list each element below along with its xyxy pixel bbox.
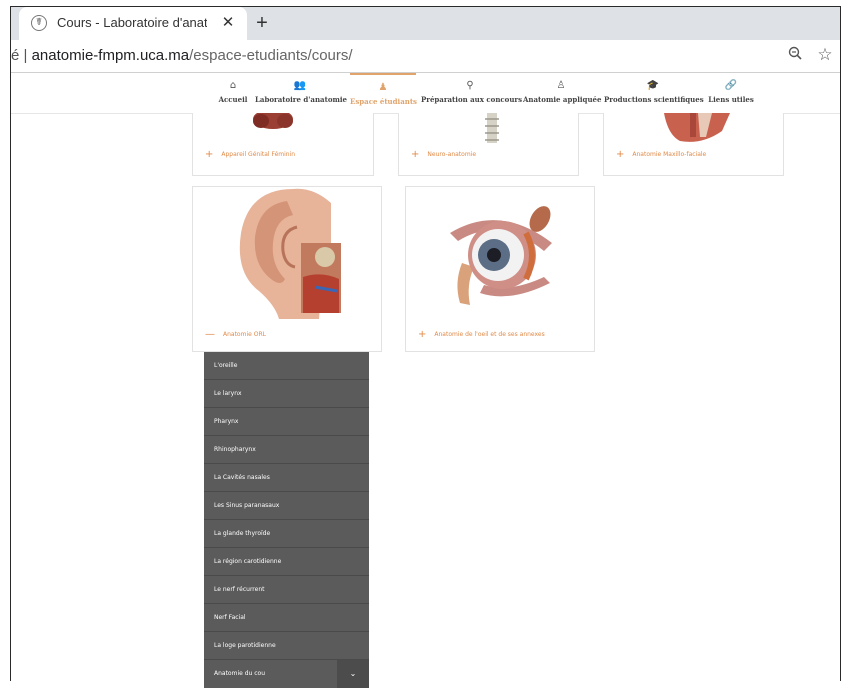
url-field[interactable]: é | anatomie-fmpm.uca.ma/espace-etudiant…	[11, 47, 353, 64]
window-frame-line	[10, 6, 841, 7]
address-bar[interactable]: é | anatomie-fmpm.uca.ma/espace-etudiant…	[11, 40, 841, 73]
home-icon: ⌂	[229, 80, 237, 91]
window-frame-right	[840, 0, 853, 681]
submenu-item-cavites-nasales[interactable]: La Cavités nasales	[204, 464, 369, 492]
browser-tab[interactable]: ☤ Cours - Laboratoire d'anatomie ✕	[19, 7, 247, 40]
orl-submenu: L'oreille Le larynx Pharynx Rhinopharynx…	[204, 352, 369, 688]
submenu-item-nerf-facial[interactable]: Nerf Facial	[204, 604, 369, 632]
submenu-item-nerf-recurrent[interactable]: Le nerf récurrent	[204, 576, 369, 604]
nav-accueil[interactable]: ⌂ Accueil	[216, 73, 250, 113]
expand-icon: +	[411, 149, 420, 160]
nav-label: Productions scientifiques	[604, 95, 704, 104]
nav-liens-utiles[interactable]: 🔗 Liens utiles	[707, 73, 755, 113]
genital-illustration	[253, 113, 293, 129]
submenu-item-label: Anatomie du cou	[214, 670, 266, 677]
eye-illustration	[450, 206, 552, 305]
chevron-down-icon[interactable]: ⌄	[337, 660, 369, 688]
submenu-item-carotidienne[interactable]: La région carotidienne	[204, 548, 369, 576]
student-icon: ♟	[378, 82, 388, 93]
window-frame-left	[0, 0, 11, 681]
submenu-item-rhinopharynx[interactable]: Rhinopharynx	[204, 436, 369, 464]
course-card-oeil[interactable]: + Anatomie de l'oeil et de ses annexes	[405, 186, 595, 352]
url-path: /espace-etudiants/cours/	[189, 47, 353, 64]
nav-label: Espace étudiants	[350, 97, 417, 106]
site-favicon-icon: ☤	[31, 15, 47, 31]
course-title[interactable]: — Anatomie ORL	[205, 329, 266, 340]
course-title[interactable]: + Neuro-anatomie	[411, 149, 476, 160]
mortarboard-icon: 🎓	[646, 80, 660, 91]
course-card-orl[interactable]: — Anatomie ORL	[192, 186, 382, 352]
nav-laboratoire[interactable]: 👥 Laboratoire d'anatomie	[255, 73, 348, 113]
nav-label: Accueil	[218, 95, 248, 104]
zoom-out-icon[interactable]	[785, 46, 805, 66]
course-title[interactable]: + Anatomie Maxillo-faciale	[616, 149, 706, 160]
submenu-item-sinus[interactable]: Les Sinus paranasaux	[204, 492, 369, 520]
submenu-item-loge-parotidienne[interactable]: La loge parotidienne	[204, 632, 369, 660]
submenu-item-pharynx[interactable]: Pharynx	[204, 408, 369, 436]
url-domain: anatomie-fmpm.uca.ma	[31, 47, 190, 64]
course-title-text: Neuro-anatomie	[427, 151, 477, 158]
course-title-text: Anatomie de l'oeil et de ses annexes	[434, 331, 545, 338]
submenu-item-thyroide[interactable]: La glande thyroïde	[204, 520, 369, 548]
nav-espace-etudiants[interactable]: ♟ Espace étudiants	[350, 73, 417, 113]
graduate-icon: ⚲	[466, 80, 474, 91]
close-tab-icon[interactable]: ✕	[219, 13, 237, 31]
browser-tab-strip: ☤ Cours - Laboratoire d'anatomie ✕ +	[11, 7, 841, 40]
nav-preparation-concours[interactable]: ⚲ Préparation aux concours	[421, 73, 523, 113]
site-navigation: ⌂ Accueil 👥 Laboratoire d'anatomie ♟ Esp…	[11, 73, 841, 114]
new-tab-button[interactable]: +	[251, 12, 273, 34]
url-prefix: é |	[11, 47, 32, 64]
submenu-item-larynx[interactable]: Le larynx	[204, 380, 369, 408]
nav-productions-scientifiques[interactable]: 🎓 Productions scientifiques	[604, 73, 704, 113]
tab-title: Cours - Laboratoire d'anatomie	[57, 15, 207, 30]
course-title[interactable]: + Anatomie de l'oeil et de ses annexes	[418, 329, 545, 340]
expand-icon: +	[205, 149, 214, 160]
nav-label: Laboratoire d'anatomie	[255, 95, 348, 104]
doctor-icon: ♙	[556, 80, 566, 91]
course-title-text: Anatomie ORL	[223, 331, 266, 338]
course-title-text: Anatomie Maxillo-faciale	[632, 151, 707, 158]
nav-label: Liens utiles	[708, 95, 754, 104]
link-icon: 🔗	[724, 80, 738, 91]
face-illustration	[664, 113, 730, 142]
nav-label: Anatomie appliquée	[523, 95, 602, 104]
collapse-icon: —	[205, 329, 215, 340]
submenu-item-anatomie-cou[interactable]: Anatomie du cou ⌄	[204, 660, 369, 688]
course-card-neuro[interactable]: + Neuro-anatomie	[398, 113, 579, 176]
course-card-genital[interactable]: + Appareil Génital Féminin	[192, 113, 374, 176]
course-title[interactable]: + Appareil Génital Féminin	[205, 149, 295, 160]
course-card-maxillo[interactable]: + Anatomie Maxillo-faciale	[603, 113, 784, 176]
spine-illustration	[485, 113, 499, 143]
expand-icon: +	[418, 329, 427, 340]
nav-anatomie-appliquee[interactable]: ♙ Anatomie appliquée	[523, 73, 602, 113]
course-title-text: Appareil Génital Féminin	[221, 151, 296, 158]
ear-illustration	[239, 188, 341, 319]
users-icon: 👥	[293, 80, 307, 91]
bookmark-star-icon[interactable]: ☆	[815, 45, 835, 65]
nav-label: Préparation aux concours	[421, 95, 523, 104]
expand-icon: +	[616, 149, 625, 160]
submenu-item-oreille[interactable]: L'oreille	[204, 352, 369, 380]
